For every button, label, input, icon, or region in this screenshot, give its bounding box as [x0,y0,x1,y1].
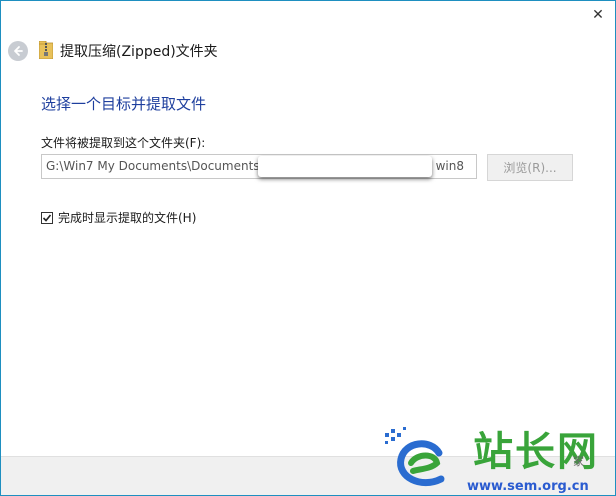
title-bar: ✕ [1,1,615,31]
back-arrow-icon [14,46,23,56]
back-button[interactable] [8,41,28,61]
redaction-overlay [258,156,432,177]
checkmark-icon [42,213,52,222]
watermark-logo-icon [385,427,445,487]
close-icon: ✕ [592,7,604,23]
watermark-small-text: 家 [573,455,584,468]
watermark-url: www.sem.org.cn [467,479,589,494]
close-button[interactable]: ✕ [587,5,609,25]
show-files-label: 完成时显示提取的文件(H) [58,211,197,225]
destination-path-input[interactable]: G:\Win7 My Documents\Documents\ win8 [41,154,477,179]
zip-folder-icon [39,41,53,59]
browse-button[interactable]: 浏览(R)... [487,154,573,181]
page-heading: 选择一个目标并提取文件 [41,95,207,113]
show-files-option[interactable]: 完成时显示提取的文件(H) [41,209,196,226]
path-text-end: win8 [435,159,464,173]
extract-zip-dialog: ✕ 提取压缩(Zipped)文件夹 选择一个目标并提取文件 文件将被提取到这个文… [0,0,616,496]
path-text-start: G:\Win7 My Documents\Documents\ [46,159,264,173]
dialog-title: 提取压缩(Zipped)文件夹 [60,44,218,60]
show-files-checkbox[interactable] [41,211,53,224]
site-watermark: 站长网 家 www.sem.org.cn [381,413,613,495]
dialog-header: 提取压缩(Zipped)文件夹 [1,31,615,71]
destination-label: 文件将被提取到这个文件夹(F): [41,136,206,150]
